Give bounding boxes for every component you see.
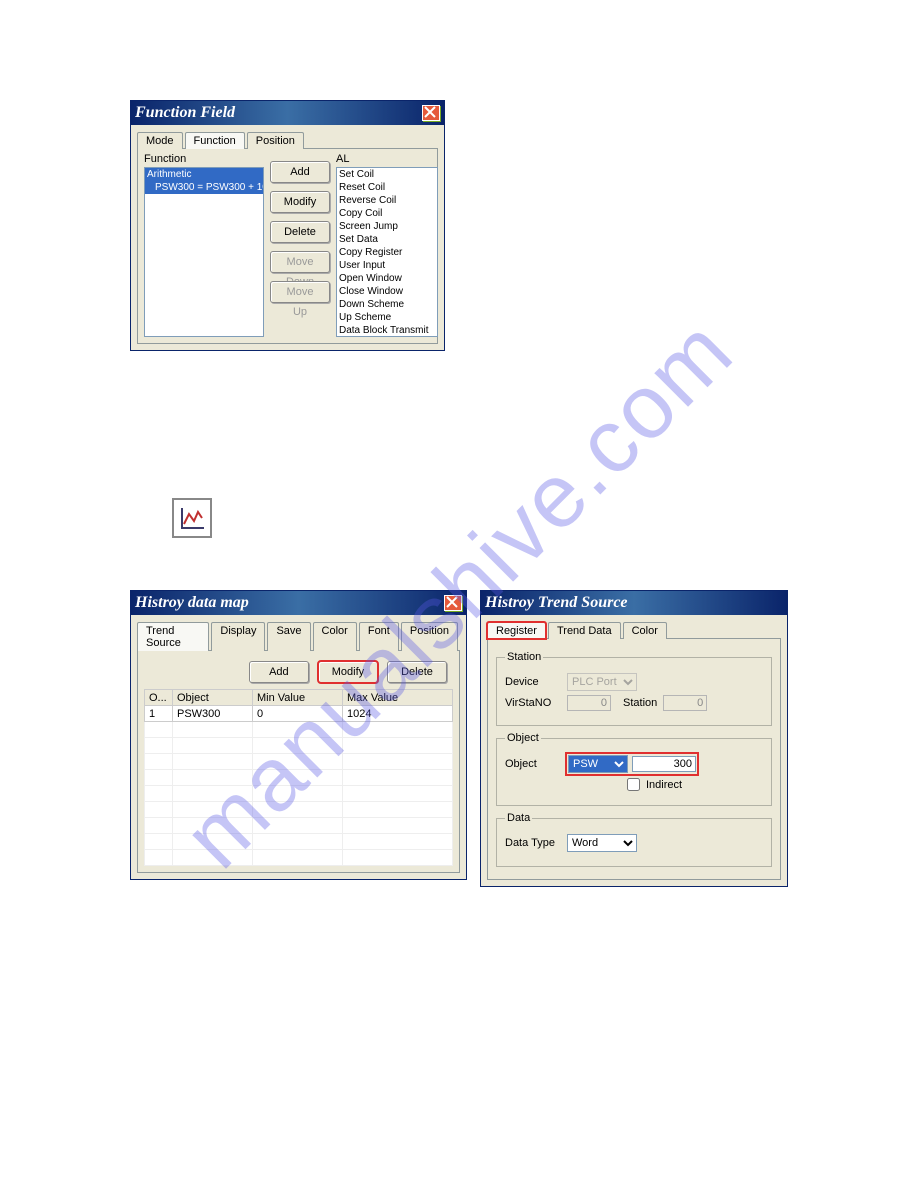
device-label: Device: [505, 676, 561, 688]
table-row: [145, 786, 453, 802]
function-label: Function: [144, 153, 264, 165]
tab-display[interactable]: Display: [211, 622, 265, 651]
list-item[interactable]: Reverse Coil: [337, 194, 437, 207]
delete-button[interactable]: Delete: [387, 661, 447, 683]
tab-save[interactable]: Save: [267, 622, 310, 651]
tab-position[interactable]: Position: [247, 132, 304, 149]
list-item[interactable]: Arithmetic: [145, 168, 263, 181]
list-item[interactable]: Close Window: [337, 285, 437, 298]
table-row: [145, 722, 453, 738]
object-input-group: PSW: [567, 754, 697, 774]
tab-register[interactable]: Register: [487, 622, 546, 639]
delete-button[interactable]: Delete: [270, 221, 330, 243]
virstano-input: [567, 695, 611, 711]
table-row: [145, 770, 453, 786]
list-item[interactable]: Down Scheme: [337, 298, 437, 311]
list-item[interactable]: Copy Coil: [337, 207, 437, 220]
list-item[interactable]: PSW300 = PSW300 + 10: [145, 181, 263, 194]
table-cell: PSW300: [173, 706, 253, 722]
indirect-checkbox[interactable]: [627, 778, 640, 791]
column-header[interactable]: Min Value: [253, 690, 343, 706]
tab-panel-function: Function Arithmetic PSW300 = PSW300 + 10…: [137, 148, 438, 344]
column-header[interactable]: O...: [145, 690, 173, 706]
list-item[interactable]: Open Window: [337, 272, 437, 285]
tab-color[interactable]: Color: [623, 622, 667, 639]
tab-trend-data[interactable]: Trend Data: [548, 622, 621, 639]
table-row: [145, 754, 453, 770]
tab-bar: Trend SourceDisplaySaveColorFontPosition: [131, 615, 466, 650]
list-item[interactable]: Copy Register: [337, 246, 437, 259]
al-listbox[interactable]: Set CoilReset CoilReverse CoilCopy CoilS…: [336, 167, 438, 337]
function-field-dialog: Function Field ModeFunctionPosition Func…: [130, 100, 445, 351]
list-item[interactable]: Screen Jump: [337, 220, 437, 233]
tab-function[interactable]: Function: [185, 132, 245, 149]
tab-trend-source[interactable]: Trend Source: [137, 622, 209, 651]
close-icon[interactable]: [444, 595, 462, 611]
history-data-map-dialog: Histroy data map Trend SourceDisplaySave…: [130, 590, 467, 880]
group-legend: Data: [505, 812, 532, 824]
group-legend: Object: [505, 732, 541, 744]
al-label: AL: [336, 153, 438, 165]
tab-position[interactable]: Position: [401, 622, 458, 651]
object-group: Object Object PSW Indirect: [496, 732, 772, 806]
table-cell: 1024: [343, 706, 453, 722]
window-title: Histroy data map: [135, 594, 444, 612]
titlebar[interactable]: Histroy data map: [131, 591, 466, 615]
table-cell: 1: [145, 706, 173, 722]
tab-bar: RegisterTrend DataColor: [481, 615, 787, 638]
station-input: [663, 695, 707, 711]
trend-source-grid[interactable]: O...ObjectMin ValueMax Value 1PSW3000102…: [144, 689, 453, 866]
window-title: Histroy Trend Source: [485, 594, 783, 612]
tab-mode[interactable]: Mode: [137, 132, 183, 149]
list-item[interactable]: User Input: [337, 259, 437, 272]
chart-icon: [178, 504, 206, 532]
table-row: [145, 818, 453, 834]
modify-button[interactable]: Modify: [318, 661, 378, 683]
move-up-button: Move Up: [270, 281, 330, 303]
table-row: [145, 834, 453, 850]
modify-button[interactable]: Modify: [270, 191, 330, 213]
titlebar[interactable]: Histroy Trend Source: [481, 591, 787, 615]
list-item[interactable]: Reset Coil: [337, 181, 437, 194]
move-down-button: Move Down: [270, 251, 330, 273]
history-trend-source-dialog: Histroy Trend Source RegisterTrend DataC…: [480, 590, 788, 887]
object-address-input[interactable]: [632, 756, 696, 772]
tab-color[interactable]: Color: [313, 622, 357, 651]
datatype-combo[interactable]: Word: [567, 834, 637, 852]
window-title: Function Field: [135, 104, 422, 122]
object-type-combo[interactable]: PSW: [568, 755, 628, 773]
virstano-label: VirStaNO: [505, 697, 561, 709]
table-row: [145, 850, 453, 866]
tab-panel-register: Station Device PLC Port VirStaNO Station…: [487, 638, 781, 880]
table-cell: 0: [253, 706, 343, 722]
table-row: [145, 802, 453, 818]
station-label: Station: [623, 697, 657, 709]
indirect-label: Indirect: [646, 779, 682, 791]
list-item[interactable]: Set Coil: [337, 168, 437, 181]
datatype-label: Data Type: [505, 837, 561, 849]
station-group: Station Device PLC Port VirStaNO Station: [496, 651, 772, 726]
close-icon[interactable]: [422, 105, 440, 121]
column-header[interactable]: Max Value: [343, 690, 453, 706]
history-trend-toolbar-button[interactable]: [172, 498, 212, 538]
data-group: Data Data Type Word: [496, 812, 772, 867]
table-row: [145, 738, 453, 754]
table-row[interactable]: 1PSW30001024: [145, 706, 453, 722]
tab-bar: ModeFunctionPosition: [131, 125, 444, 148]
group-legend: Station: [505, 651, 543, 663]
add-button[interactable]: Add: [249, 661, 309, 683]
titlebar[interactable]: Function Field: [131, 101, 444, 125]
add-button[interactable]: Add: [270, 161, 330, 183]
object-label: Object: [505, 758, 561, 770]
device-combo: PLC Port: [567, 673, 637, 691]
list-item[interactable]: Set Data: [337, 233, 437, 246]
tab-panel-trend-source: Add Modify Delete O...ObjectMin ValueMax…: [137, 650, 460, 873]
function-listbox[interactable]: Arithmetic PSW300 = PSW300 + 10: [144, 167, 264, 337]
list-item[interactable]: Up Scheme: [337, 311, 437, 324]
column-header[interactable]: Object: [173, 690, 253, 706]
list-item[interactable]: Data Block Transmit: [337, 324, 437, 337]
tab-font[interactable]: Font: [359, 622, 399, 651]
